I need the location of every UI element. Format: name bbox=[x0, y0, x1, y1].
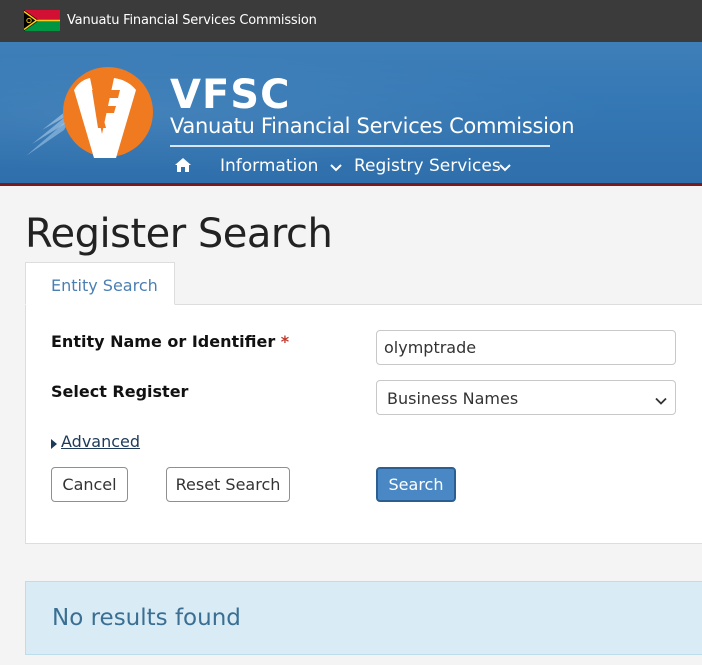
entity-name-input[interactable]: olymptrade bbox=[376, 330, 676, 365]
chevron-down-icon[interactable] bbox=[499, 160, 511, 172]
entity-name-label: Entity Name or Identifier * bbox=[51, 332, 290, 351]
nav-registry-services[interactable]: Registry Services bbox=[354, 156, 501, 176]
vfsc-logo-icon[interactable] bbox=[24, 60, 156, 166]
header-border bbox=[0, 183, 702, 186]
nav-information[interactable]: Information bbox=[220, 156, 318, 176]
chevron-down-icon[interactable] bbox=[330, 160, 342, 172]
home-icon[interactable] bbox=[174, 157, 192, 173]
tab-entity-search[interactable]: Entity Search bbox=[25, 262, 175, 305]
advanced-link[interactable]: Advanced bbox=[61, 432, 140, 451]
reset-search-button[interactable]: Reset Search bbox=[166, 467, 290, 502]
alert-message: No results found bbox=[52, 605, 241, 631]
vanuatu-flag-icon bbox=[24, 10, 60, 31]
top-bar: Vanuatu Financial Services Commission bbox=[0, 0, 702, 42]
register-select-value: Business Names bbox=[387, 389, 519, 408]
brand-abbreviation: VFSC bbox=[170, 72, 291, 118]
page-title: Register Search bbox=[25, 211, 333, 257]
topbar-title: Vanuatu Financial Services Commission bbox=[67, 13, 317, 28]
site-header: VFSC Vanuatu Financial Services Commissi… bbox=[0, 42, 702, 183]
no-results-alert: No results found bbox=[25, 581, 702, 655]
brand-divider bbox=[170, 145, 550, 147]
caret-right-icon bbox=[51, 436, 57, 449]
search-button[interactable]: Search bbox=[376, 467, 456, 502]
chevron-down-icon bbox=[655, 393, 667, 405]
cancel-button[interactable]: Cancel bbox=[51, 467, 128, 502]
select-register-label: Select Register bbox=[51, 382, 189, 401]
register-select[interactable]: Business Names bbox=[376, 380, 676, 415]
required-mark: * bbox=[280, 332, 290, 351]
brand-full-name: Vanuatu Financial Services Commission bbox=[170, 114, 575, 138]
tab-label: Entity Search bbox=[51, 276, 158, 295]
